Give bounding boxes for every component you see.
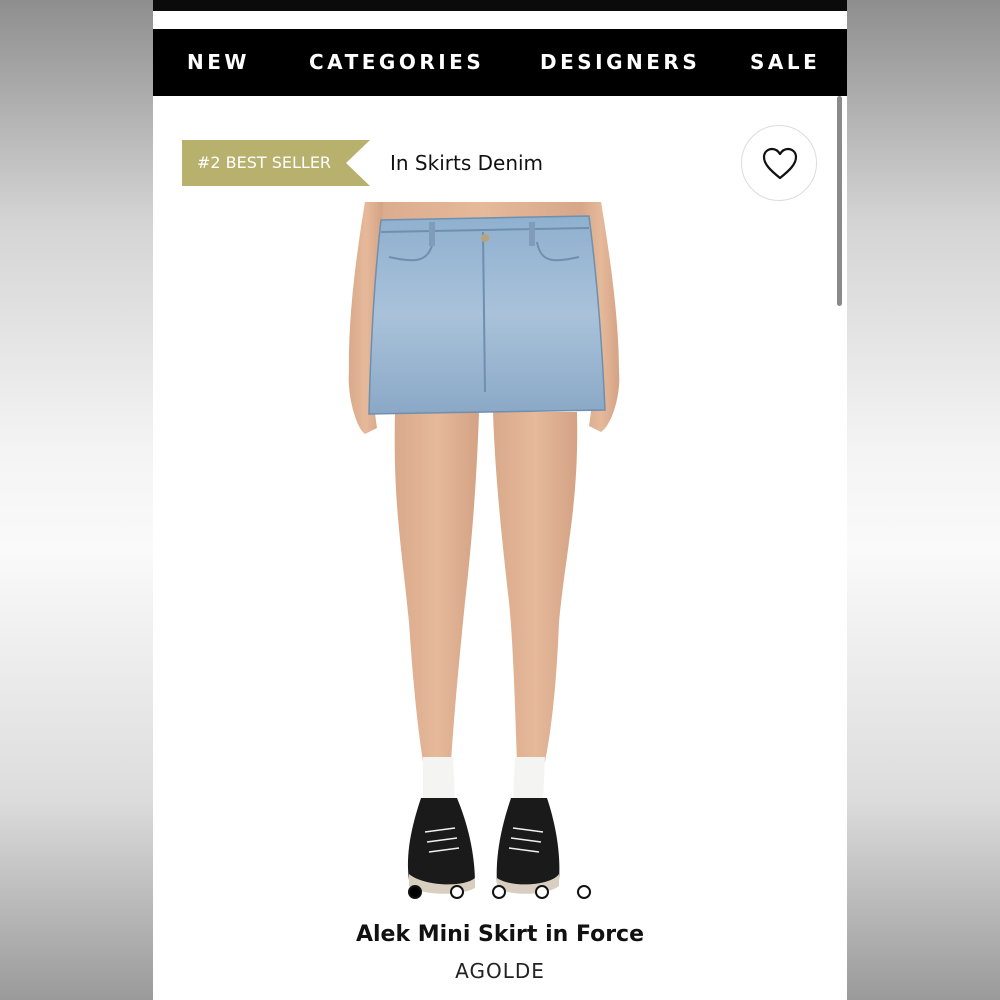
carousel-dot-4[interactable] <box>535 885 549 899</box>
best-seller-label: #2 BEST SELLER <box>196 153 332 172</box>
product-page: NEW CATEGORIES DESIGNERS SALE #2 BEST SE… <box>153 0 847 1000</box>
carousel-dot-3[interactable] <box>492 885 506 899</box>
carousel-dot-5[interactable] <box>577 885 591 899</box>
product-brand[interactable]: AGOLDE <box>153 959 847 983</box>
heart-icon <box>762 147 798 180</box>
nav-item-new[interactable]: NEW <box>187 29 250 96</box>
top-strip <box>153 0 847 11</box>
nav-item-sale[interactable]: SALE <box>750 29 820 96</box>
scrollbar[interactable] <box>837 96 842 306</box>
carousel-dot-1[interactable] <box>408 885 422 899</box>
image-carousel-dots <box>153 882 847 902</box>
best-seller-badge: #2 BEST SELLER <box>182 140 370 186</box>
product-title[interactable]: Alek Mini Skirt in Force <box>153 922 847 947</box>
nav-item-categories[interactable]: CATEGORIES <box>309 29 484 96</box>
wishlist-button[interactable] <box>741 125 817 201</box>
carousel-dot-2[interactable] <box>450 885 464 899</box>
main-nav: NEW CATEGORIES DESIGNERS SALE <box>153 29 847 96</box>
product-image[interactable] <box>343 202 643 907</box>
category-link[interactable]: In Skirts Denim <box>390 148 543 178</box>
nav-item-designers[interactable]: DESIGNERS <box>540 29 700 96</box>
